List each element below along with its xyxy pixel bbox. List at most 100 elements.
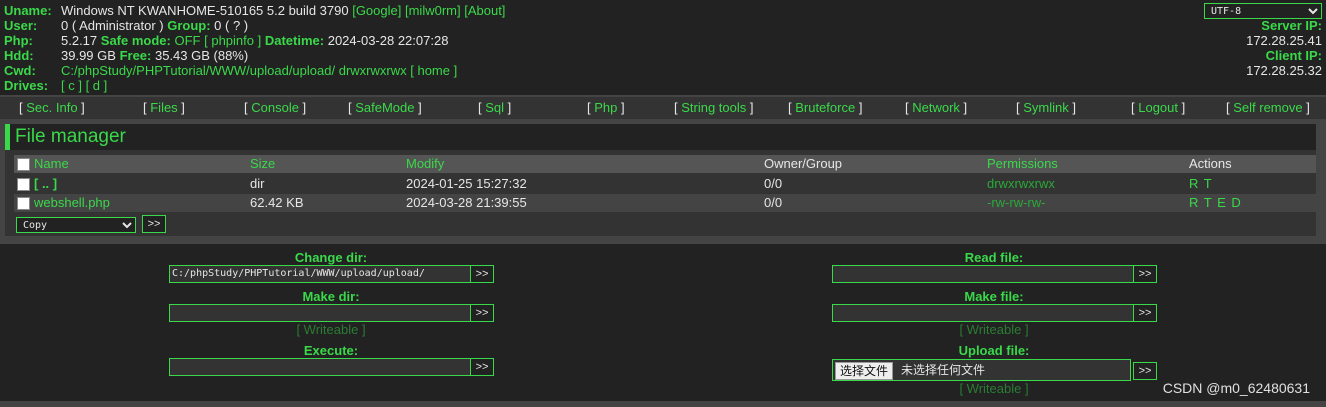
datetime-value: 2024-03-28 22:07:28 (327, 33, 449, 48)
row-checkbox[interactable] (17, 178, 30, 191)
drives-row: Drives: [ c ] [ d ] (4, 78, 505, 93)
bulk-action-select[interactable]: Copy (16, 217, 136, 233)
choose-file-button[interactable]: 选择文件 (835, 362, 894, 380)
menu-php[interactable]: [ Php ] (587, 100, 625, 115)
make-dir-input[interactable] (169, 304, 472, 322)
system-info-panel: Uname: Windows NT KWANHOME-510165 5.2 bu… (0, 0, 1326, 95)
table-row: [ .. ] dir 2024-01-25 15:27:32 0/0 drwxr… (14, 175, 1316, 193)
user-value: 0 ( Administrator ) (61, 18, 164, 33)
charset-select[interactable]: UTF-8 (1204, 3, 1322, 19)
php-row: Php: 5.2.17 Safe mode: OFF [ phpinfo ] D… (4, 33, 505, 48)
hdd-label: Hdd: (4, 48, 34, 63)
make-file-label: Make file: (964, 289, 1024, 304)
header-name[interactable]: Name (34, 155, 69, 173)
menu-network[interactable]: [ Network ] (905, 100, 967, 115)
no-file-chosen-text: 未选择任何文件 (901, 363, 986, 377)
file-name-link[interactable]: [ .. ] (34, 175, 57, 193)
header-modify[interactable]: Modify (406, 155, 444, 173)
make-file-input[interactable] (832, 304, 1135, 322)
uname-label: Uname: (4, 3, 52, 18)
group-label: Group: (167, 18, 211, 33)
change-dir-go-button[interactable]: >> (470, 265, 494, 283)
menu-sql[interactable]: [ Sql ] (478, 100, 511, 115)
make-dir-writeable: [ Writeable ] (296, 322, 366, 337)
watermark: CSDN @m0_62480631 (1162, 380, 1310, 396)
read-file-input[interactable] (832, 265, 1135, 283)
header-owner-group: Owner/Group (764, 156, 843, 171)
cwd-path-link[interactable]: C:/phpStudy/PHPTutorial/WWW/upload/uploa… (61, 63, 335, 78)
file-permissions-link[interactable]: -rw-rw-rw- (987, 194, 1045, 212)
user-label: User: (4, 18, 38, 33)
cwd-label: Cwd: (4, 63, 36, 78)
phpinfo-link[interactable]: [ phpinfo ] (204, 33, 261, 48)
file-name-link[interactable]: webshell.php (34, 194, 110, 212)
menu-files[interactable]: [ Files ] (143, 100, 185, 115)
menu-self-remove[interactable]: [ Self remove ] (1226, 100, 1310, 115)
header-permissions[interactable]: Permissions (987, 155, 1058, 173)
drives-label: Drives: (4, 78, 49, 93)
menu-logout[interactable]: [ Logout ] (1131, 100, 1185, 115)
menu-safemode[interactable]: [ SafeMode ] (348, 100, 422, 115)
safe-mode-label: Safe mode: (100, 33, 171, 48)
execute-go-button[interactable]: >> (470, 358, 494, 376)
upload-go-button[interactable]: >> (1133, 362, 1157, 380)
hdd-value: 39.99 GB (61, 48, 116, 63)
user-row: User: 0 ( Administrator ) Group: 0 ( ? ) (4, 18, 505, 33)
server-ip-value: 172.28.25.41 (1246, 33, 1322, 48)
menu-bruteforce[interactable]: [ Bruteforce ] (788, 100, 862, 115)
free-value: 35.43 GB (88%) (154, 48, 249, 63)
header-size[interactable]: Size (250, 155, 275, 173)
server-ip-label: Server IP: (1261, 18, 1322, 33)
read-file-go-button[interactable]: >> (1133, 265, 1157, 283)
php-version: 5.2.17 (61, 33, 98, 48)
file-manager-title: File manager (5, 124, 1316, 150)
main-menu: [ Sec. Info ] [ Files ] [ Console ] [ Sa… (0, 97, 1326, 119)
file-size: 62.42 KB (250, 195, 304, 210)
file-owner: 0/0 (764, 195, 783, 210)
file-modify: 2024-03-28 21:39:55 (406, 195, 527, 210)
safe-mode-value: OFF (174, 33, 201, 48)
file-modify: 2024-01-25 15:27:32 (406, 176, 527, 191)
make-file-go-button[interactable]: >> (1133, 304, 1157, 322)
execute-label: Execute: (303, 343, 359, 358)
make-file-writeable: [ Writeable ] (959, 322, 1029, 337)
make-dir-go-button[interactable]: >> (470, 304, 494, 322)
menu-string-tools[interactable]: [ String tools ] (674, 100, 754, 115)
cwd-permissions: drwxrwxrwx (338, 63, 407, 78)
milw0rm-link[interactable]: [milw0rm] (405, 3, 461, 18)
upload-file-label: Upload file: (958, 343, 1030, 358)
client-ip-label: Client IP: (1265, 48, 1322, 63)
home-link[interactable]: [ home ] (410, 63, 457, 78)
file-actions[interactable]: R T (1189, 175, 1213, 193)
about-link[interactable]: [About] (464, 3, 505, 18)
system-info-table: Uname: Windows NT KWANHOME-510165 5.2 bu… (4, 3, 505, 93)
client-ip-value: 172.28.25.32 (1246, 63, 1322, 78)
execute-input[interactable] (169, 358, 472, 376)
google-link[interactable]: [Google] (352, 3, 401, 18)
bulk-action-go-button[interactable]: >> (142, 215, 166, 233)
menu-console[interactable]: [ Console ] (244, 100, 306, 115)
file-actions[interactable]: R T E D (1189, 194, 1242, 212)
read-file-label: Read file: (964, 250, 1024, 265)
upload-file-input[interactable]: 选择文件 未选择任何文件 (832, 359, 1131, 381)
file-size: dir (250, 176, 265, 191)
change-dir-input[interactable]: C:/phpStudy/PHPTutorial/WWW/upload/uploa… (169, 265, 472, 283)
php-label: Php: (4, 33, 33, 48)
cwd-row: Cwd: C:/phpStudy/PHPTutorial/WWW/upload/… (4, 63, 505, 78)
free-label: Free: (119, 48, 152, 63)
upload-writeable: [ Writeable ] (959, 381, 1029, 396)
datetime-label: Datetime: (264, 33, 325, 48)
select-all-checkbox[interactable] (17, 158, 30, 171)
hdd-row: Hdd: 39.99 GB Free: 35.43 GB (88%) (4, 48, 505, 63)
change-dir-label: Change dir: (294, 250, 368, 265)
menu-sec-info[interactable]: [ Sec. Info ] (19, 100, 85, 115)
drive-d-link[interactable]: [ d ] (86, 78, 108, 93)
file-permissions-link[interactable]: drwxrwxrwx (987, 175, 1055, 193)
server-ip-block: Server IP: 172.28.25.41 Client IP: 172.2… (1246, 18, 1322, 78)
uname-value: Windows NT KWANHOME-510165 5.2 build 379… (61, 3, 349, 18)
make-dir-label: Make dir: (302, 289, 360, 304)
drive-c-link[interactable]: [ c ] (61, 78, 82, 93)
menu-symlink[interactable]: [ Symlink ] (1016, 100, 1076, 115)
tools-forms: Change dir: C:/phpStudy/PHPTutorial/WWW/… (0, 244, 1326, 401)
row-checkbox[interactable] (17, 197, 30, 210)
